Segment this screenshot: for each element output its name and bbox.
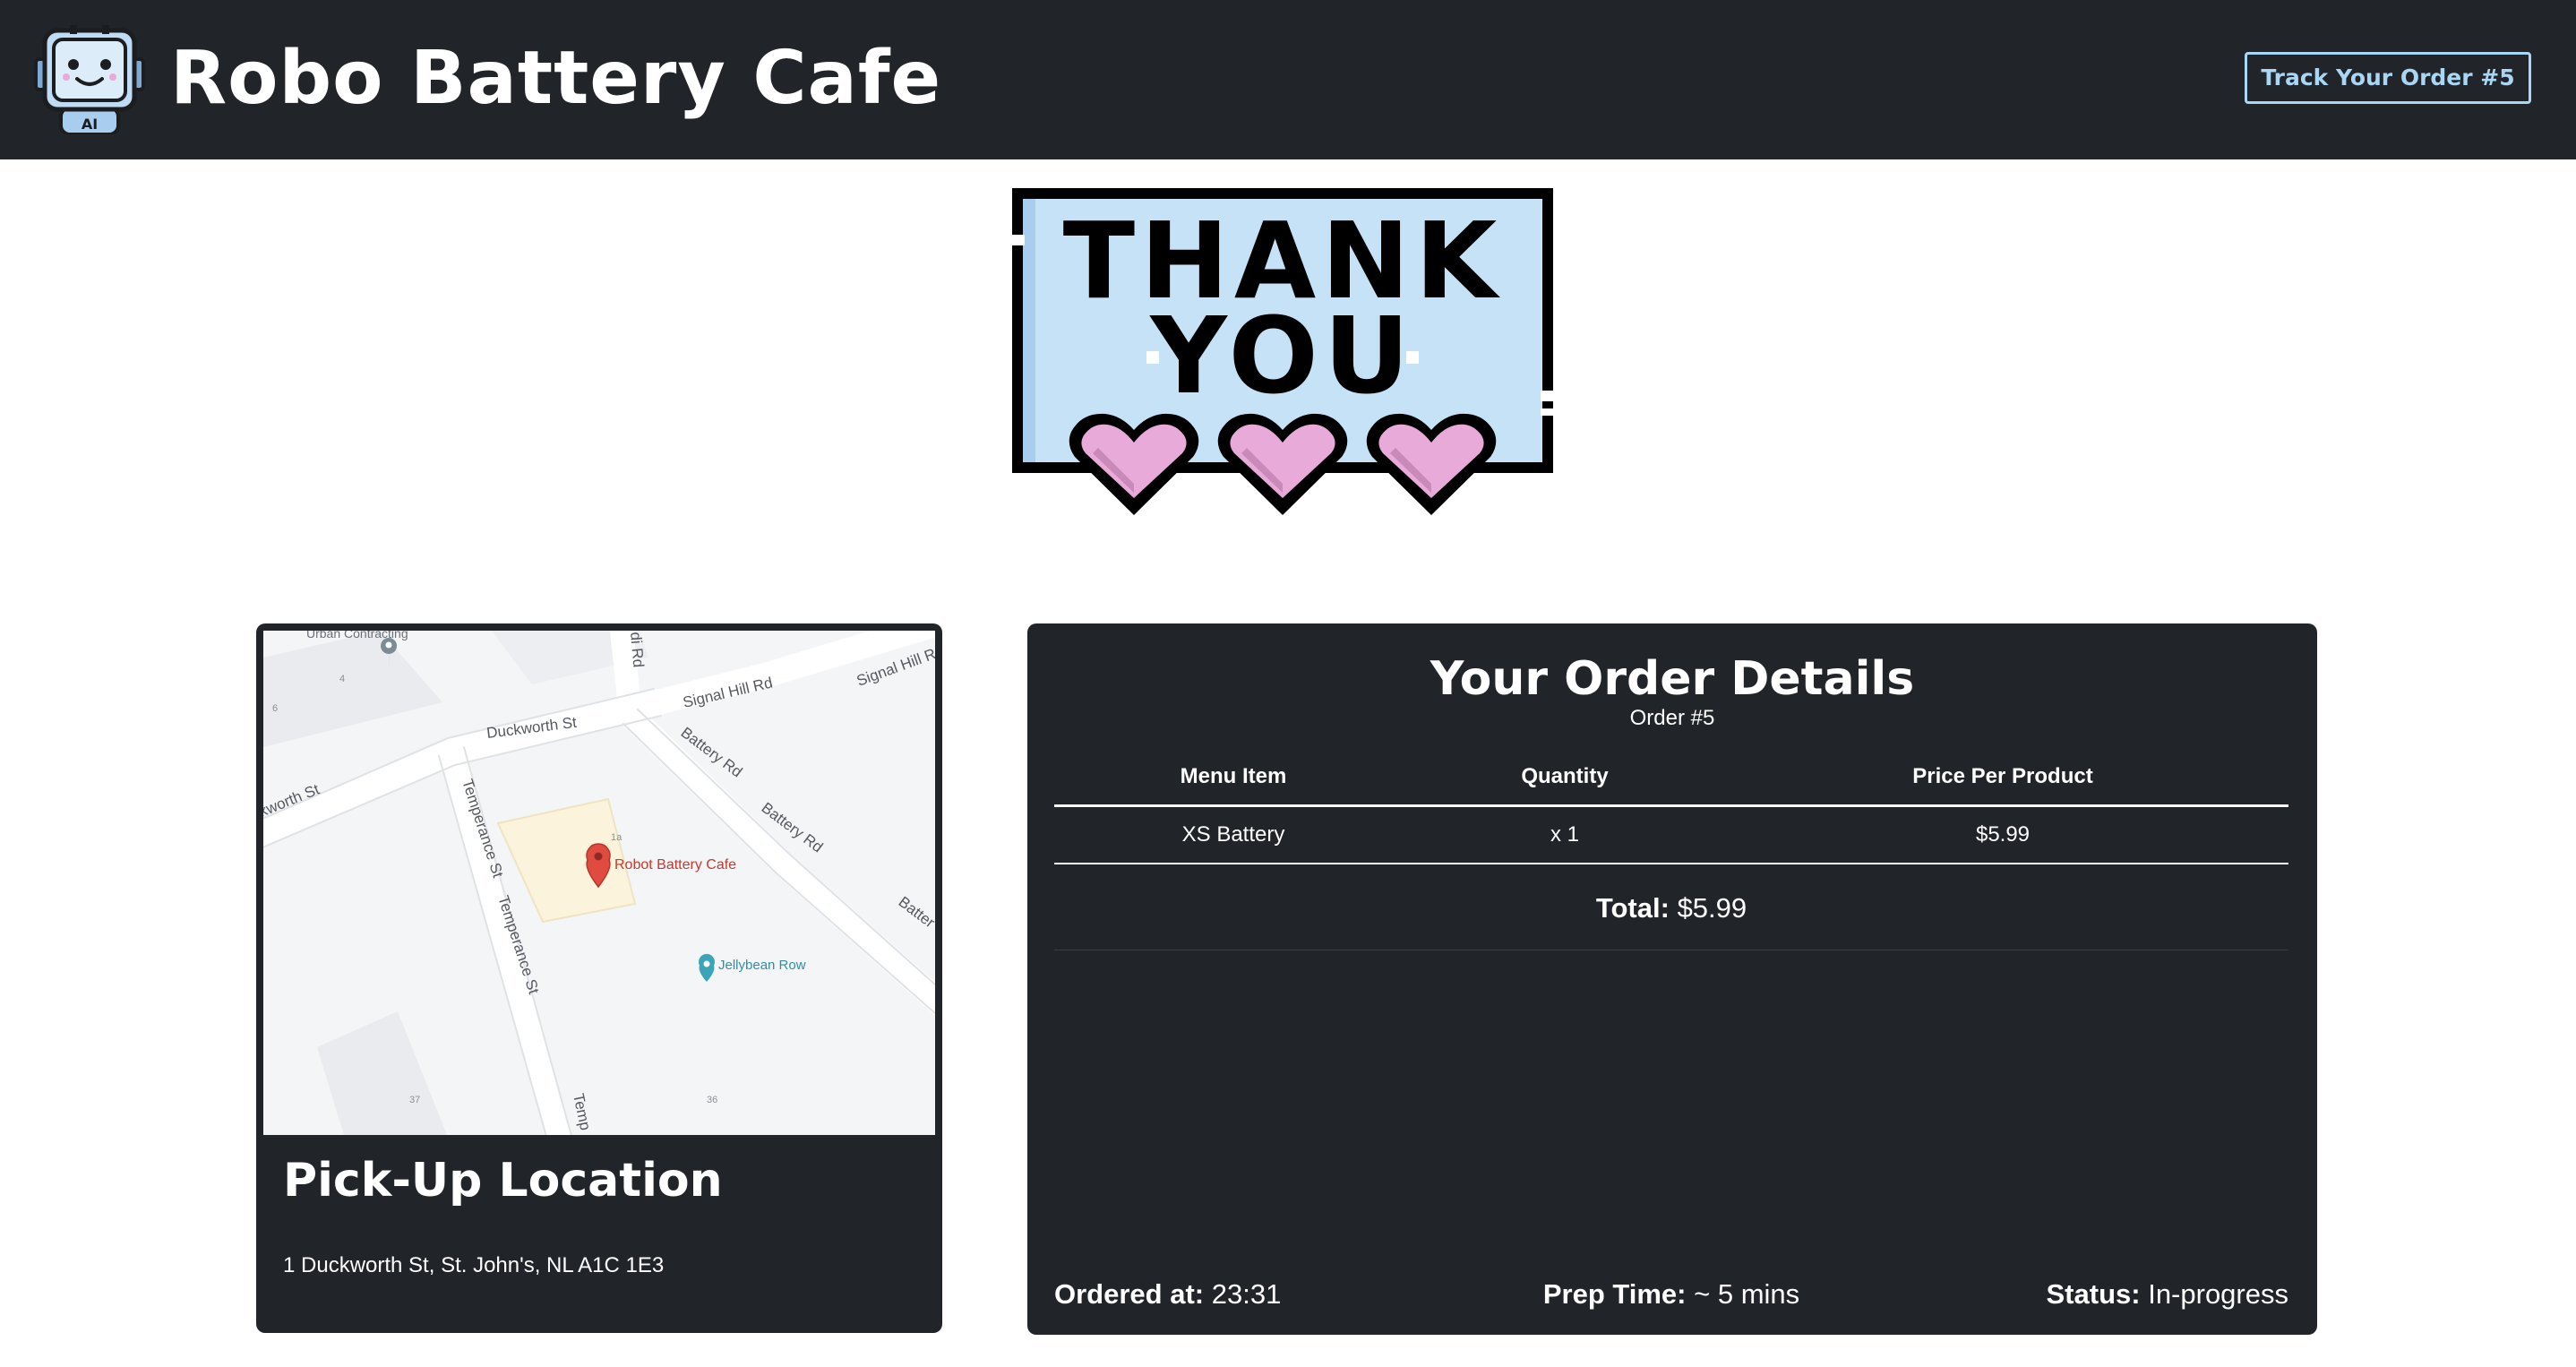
svg-text:AI: AI [82, 116, 98, 133]
order-footer: Ordered at: 23:31 Prep Time: ~ 5 mins St… [1054, 1272, 2288, 1317]
column-header-quantity: Quantity [1413, 749, 1717, 807]
total-label: Total: [1595, 892, 1670, 924]
table-header-row: Menu Item Quantity Price Per Product [1054, 749, 2288, 807]
prep-time-value: ~ 5 mins [1694, 1278, 1800, 1310]
site-title[interactable]: Robo Battery Cafe [170, 34, 941, 124]
cell-item: XS Battery [1054, 805, 1413, 864]
order-details-card: Your Order Details Order #5 Menu Item Qu… [1027, 623, 2317, 1335]
order-number: Order #5 [1629, 706, 1715, 730]
you-text: YOU [1148, 294, 1414, 417]
status-label: Status: [2046, 1278, 2141, 1310]
status-value: In-progress [2148, 1278, 2288, 1310]
track-order-button[interactable]: Track Your Order #5 [2245, 52, 2531, 104]
order-table: Menu Item Quantity Price Per Product XS … [1054, 749, 2288, 864]
svg-text:Urban Contracting: Urban Contracting [306, 631, 408, 641]
pickup-title: Pick-Up Location [283, 1154, 723, 1208]
order-title: Your Order Details [1430, 652, 1915, 706]
map-canvas[interactable]: Duckworth St Signal Hill Rd Signal Hill … [263, 631, 935, 1135]
svg-text:6: 6 [272, 703, 278, 714]
svg-text:37: 37 [409, 1095, 420, 1105]
cell-quantity: x 1 [1413, 805, 1717, 864]
pickup-location-card: Duckworth St Signal Hill Rd Signal Hill … [256, 623, 942, 1333]
svg-text:4: 4 [339, 674, 345, 684]
robot-logo-icon[interactable]: AI [34, 23, 145, 134]
street-label-battery-3: Batter [896, 893, 935, 932]
order-status: Status: In-progress [2047, 1272, 2289, 1317]
table-row: XS Battery x 1 $5.99 [1054, 805, 2288, 864]
column-header-price: Price Per Product [1717, 749, 2288, 807]
column-header-menu-item: Menu Item [1054, 749, 1413, 807]
cell-price: $5.99 [1717, 805, 2288, 864]
order-total: Total: $5.99 [1054, 867, 2288, 950]
street-label-top: di Rd [627, 632, 647, 668]
thank-you-illustration: THANK YOU [1012, 188, 1555, 515]
top-nav-bar: AI Robo Battery Cafe Track Your Order #5 [0, 0, 2576, 159]
svg-text:1a: 1a [611, 832, 623, 843]
svg-text:36: 36 [707, 1095, 717, 1105]
map-label-cafe: Robot Battery Cafe [614, 857, 736, 873]
street-label-temperance-3: Temp [570, 1092, 594, 1132]
pickup-address: 1 Duckworth St, St. John's, NL A1C 1E3 [283, 1253, 665, 1277]
prep-time-label: Prep Time: [1542, 1278, 1687, 1310]
map-label-jellybean: Jellybean Row [718, 958, 806, 973]
jellybean-row-pin[interactable]: Jellybean Row [699, 953, 806, 982]
pickup-map[interactable]: Duckworth St Signal Hill Rd Signal Hill … [263, 631, 935, 1135]
total-value: $5.99 [1677, 892, 1747, 924]
